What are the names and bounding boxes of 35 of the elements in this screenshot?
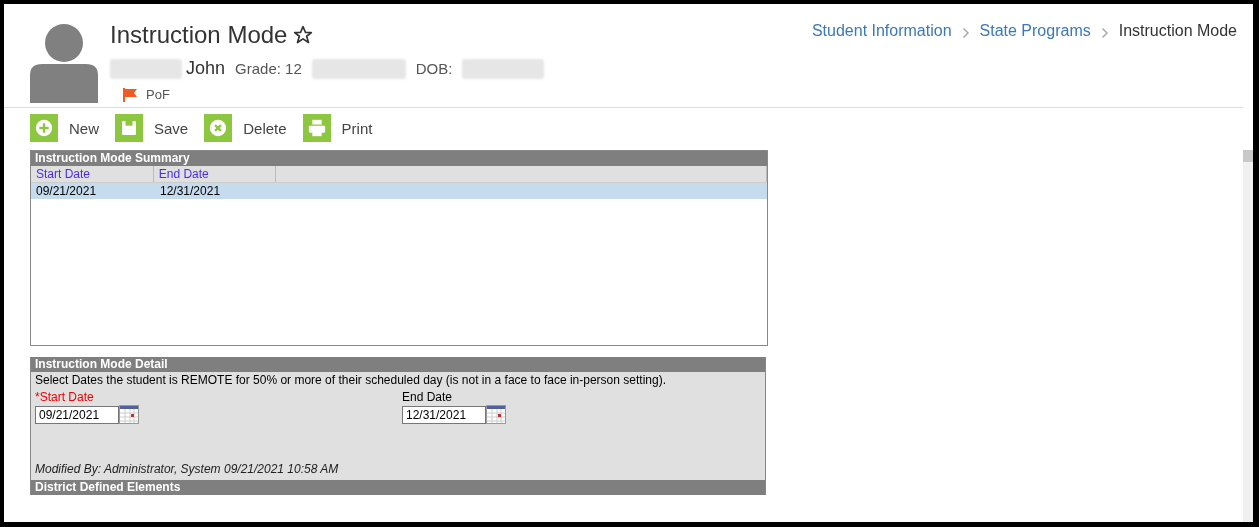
page-title: Instruction Mode — [110, 21, 288, 49]
column-header[interactable]: End Date — [153, 166, 277, 182]
star-icon[interactable] — [293, 25, 314, 45]
printer-icon — [302, 114, 331, 142]
field-label: End Date — [402, 390, 454, 404]
program-flag-label: PoF — [146, 87, 170, 102]
table-cell-text: 12/31/2021 — [159, 183, 222, 199]
modified-by-text: Modified By: Administrator, System 09/21/2021 10:58 AM — [34, 461, 340, 478]
panel-header: Instruction Mode Summary — [31, 151, 767, 166]
section-header: District Defined Elements — [31, 480, 765, 495]
toolbar-button[interactable]: Save — [115, 114, 189, 142]
breadcrumb-link[interactable]: State Programs — [979, 22, 1091, 40]
date-field[interactable]: 09/21/2021 — [35, 405, 119, 424]
avatar-icon — [30, 24, 98, 103]
chevron-icon — [1100, 27, 1109, 39]
calendar-icon[interactable] — [119, 405, 139, 424]
instruction-text: Select Dates the student is REMOTE for 50% or more of their scheduled day (is not in a face to face in-person setting). — [34, 372, 667, 388]
plus-icon — [30, 114, 58, 142]
date-field[interactable]: 12/31/2021 — [402, 405, 486, 424]
field-label: *Start Date — [35, 390, 95, 404]
student-name: John — [186, 58, 226, 79]
toolbar-button[interactable]: Delete — [204, 114, 287, 142]
redacted-text — [110, 58, 182, 79]
flag-icon — [122, 87, 138, 102]
breadcrumb-link[interactable]: Student Information — [811, 22, 952, 40]
toolbar-button[interactable]: New — [30, 114, 99, 142]
chevron-icon — [961, 27, 970, 39]
calendar-icon[interactable] — [486, 405, 506, 424]
grade-label: Grade: 12 — [235, 60, 302, 77]
dob-label: DOB: — [415, 60, 453, 77]
panel-header: Instruction Mode Detail — [31, 357, 765, 372]
table-cell-text: 09/21/2021 — [35, 183, 98, 199]
toolbar-button[interactable]: Print — [302, 114, 373, 142]
column-header[interactable]: Start Date — [31, 166, 154, 182]
table-row[interactable]: 09/21/2021 12/31/2021 — [31, 183, 767, 199]
